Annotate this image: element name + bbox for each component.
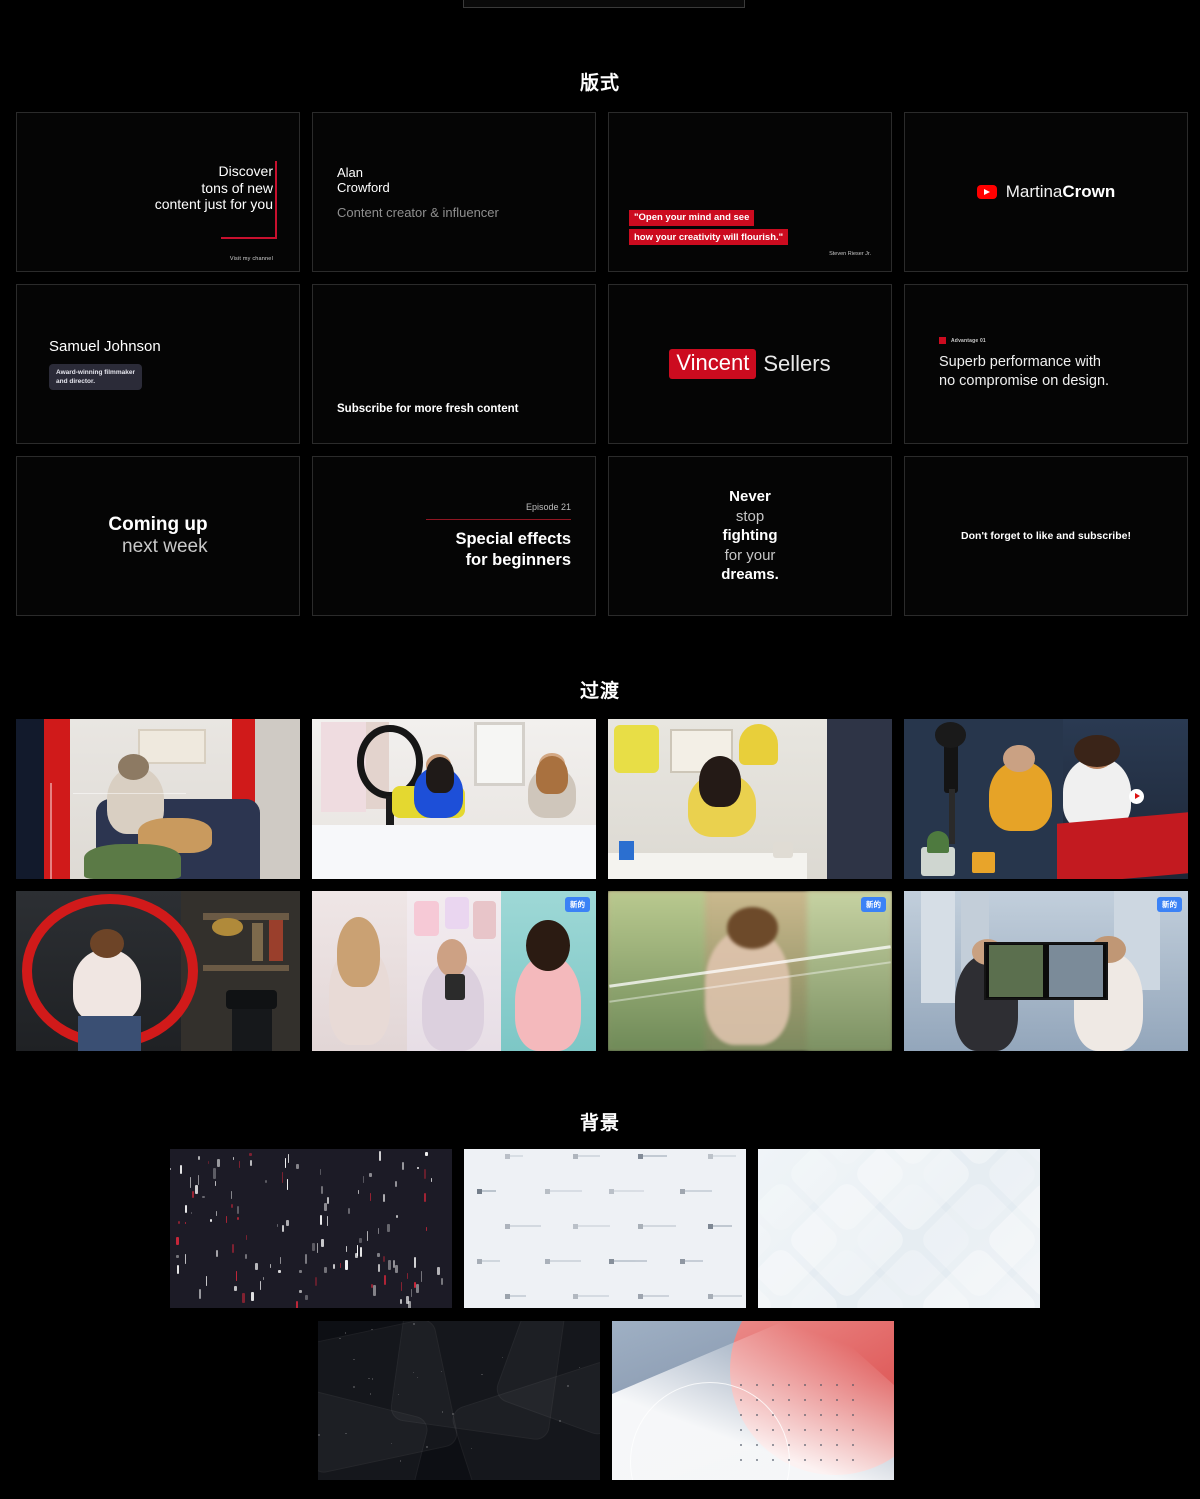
section-title-templates: 版式 [579, 73, 620, 94]
youtube-play-icon [976, 185, 997, 199]
advantage-line-1: Superb performance with [939, 354, 1101, 370]
highlight-name-first: Vincent [669, 349, 757, 379]
person-name: Samuel Johnson [49, 338, 161, 355]
creator-last-name: Crowford [337, 179, 390, 195]
motivational-word-5: dreams. [721, 566, 779, 584]
template-card-channel-logo[interactable]: MartinaCrown [904, 112, 1188, 272]
new-badge: 新的 [565, 897, 590, 912]
discover-line-1: Discover [218, 163, 273, 179]
clipped-top-panel [463, 0, 745, 8]
subscribe-text: Subscribe for more fresh content [337, 403, 519, 415]
person-role-badge: Award-winning filmmaker and director. [49, 364, 142, 390]
coming-up-light-line: next week [122, 536, 208, 557]
template-card-highlight-name[interactable]: Vincent Sellers [608, 284, 892, 444]
discover-caption: Visit my channel [229, 256, 273, 262]
badge-line-1: Award-winning filmmaker [56, 369, 135, 376]
background-card-red-sphere[interactable] [612, 1321, 894, 1480]
backgrounds-row-2 [318, 1321, 894, 1480]
quote-block: "Open your mind and see how your creativ… [629, 207, 789, 246]
quote-attribution: Steven Rieser Jr. [829, 251, 871, 257]
transition-card-panel-push[interactable] [608, 719, 892, 879]
dot-matrix [740, 1384, 870, 1470]
transition-card-white-slide[interactable] [312, 719, 596, 879]
quote-line-2: how your creativity will flourish." [629, 229, 789, 245]
motivational-word-2: stop [735, 507, 765, 525]
transitions-grid: 新的 新的 新的 [16, 719, 1188, 1051]
template-card-episode-title[interactable]: Episode 21 Special effects for beginners [312, 456, 596, 616]
section-title-transitions: 过渡 [579, 681, 620, 702]
advantage-tag-label: Advantage 01 [951, 337, 986, 344]
template-card-person-badge[interactable]: Samuel Johnson Award-winning filmmaker a… [16, 284, 300, 444]
quote-line-1: "Open your mind and see [629, 209, 755, 226]
episode-divider [426, 518, 571, 520]
backgrounds-row-1 [170, 1149, 1040, 1308]
transition-card-blur-cross[interactable]: 新的 [608, 891, 892, 1051]
advantage-line-2: no compromise on design. [939, 373, 1110, 389]
template-card-quote[interactable]: "Open your mind and see how your creativ… [608, 112, 892, 272]
background-card-dashes-light[interactable] [464, 1149, 746, 1308]
motivational-stack: Never stop fighting for your dreams. [721, 487, 779, 585]
template-card-advantage[interactable]: Advantage 01 Superb performance with no … [904, 284, 1188, 444]
templates-grid: Discover tons of new content just for yo… [16, 112, 1188, 616]
discover-line-3: content just for you [154, 196, 273, 212]
template-card-coming-up[interactable]: Coming up next week [16, 456, 300, 616]
template-card-like-subscribe[interactable]: Don't forget to like and subscribe! [904, 456, 1188, 616]
highlight-name-last: Sellers [763, 351, 831, 376]
episode-title: Special effects for beginners [455, 529, 571, 571]
discover-text-block: Discover tons of new content just for yo… [155, 163, 273, 213]
episode-label: Episode 21 [525, 501, 571, 512]
section-title-backgrounds: 背景 [579, 1113, 620, 1134]
coming-up-block: Coming up next week [108, 514, 207, 558]
discover-line-2: tons of new [201, 179, 273, 196]
transition-card-red-wipe[interactable] [16, 719, 300, 879]
channel-name-regular: Martina [1005, 182, 1063, 201]
play-icon[interactable] [1129, 789, 1144, 804]
channel-name-bold: Crown [1062, 182, 1116, 201]
badge-line-2: and director. [56, 378, 96, 385]
background-card-particles-dark[interactable] [170, 1149, 452, 1308]
new-badge: 新的 [861, 897, 886, 912]
background-card-diamonds-light[interactable] [758, 1149, 1040, 1308]
coming-up-bold-line: Coming up [108, 514, 208, 535]
square-marker-icon [939, 337, 946, 344]
advantage-headline: Superb performance with no compromise on… [939, 353, 1187, 391]
new-badge: 新的 [1157, 897, 1182, 912]
transition-card-picture-in-picture[interactable]: 新的 [904, 891, 1188, 1051]
transition-card-split-three[interactable]: 新的 [312, 891, 596, 1051]
accent-vertical-rule [275, 161, 277, 239]
accent-horizontal-rule [221, 237, 277, 239]
template-card-discover[interactable]: Discover tons of new content just for yo… [16, 112, 300, 272]
channel-name: MartinaCrown [1006, 182, 1116, 202]
motivational-word-3: fighting [722, 527, 778, 545]
episode-title-line-1: Special effects [455, 529, 571, 548]
transition-card-red-circle[interactable] [16, 891, 300, 1051]
template-card-creator-name[interactable]: Alan Crowford Content creator & influenc… [312, 112, 596, 272]
like-subscribe-text: Don't forget to like and subscribe! [961, 530, 1131, 542]
motivational-word-1: Never [729, 488, 771, 506]
motivational-word-4: for your [724, 546, 776, 564]
creator-role: Content creator & influencer [337, 204, 499, 220]
advantage-tag: Advantage 01 [939, 337, 1187, 344]
template-card-motivational[interactable]: Never stop fighting for your dreams. [608, 456, 892, 616]
template-card-subscribe[interactable]: Subscribe for more fresh content [312, 284, 596, 444]
episode-title-line-2: for beginners [465, 550, 571, 569]
background-card-shapes-dark[interactable] [318, 1321, 600, 1480]
transition-card-podcast-zoom[interactable] [904, 719, 1188, 879]
creator-first-name: Alan [337, 164, 364, 180]
